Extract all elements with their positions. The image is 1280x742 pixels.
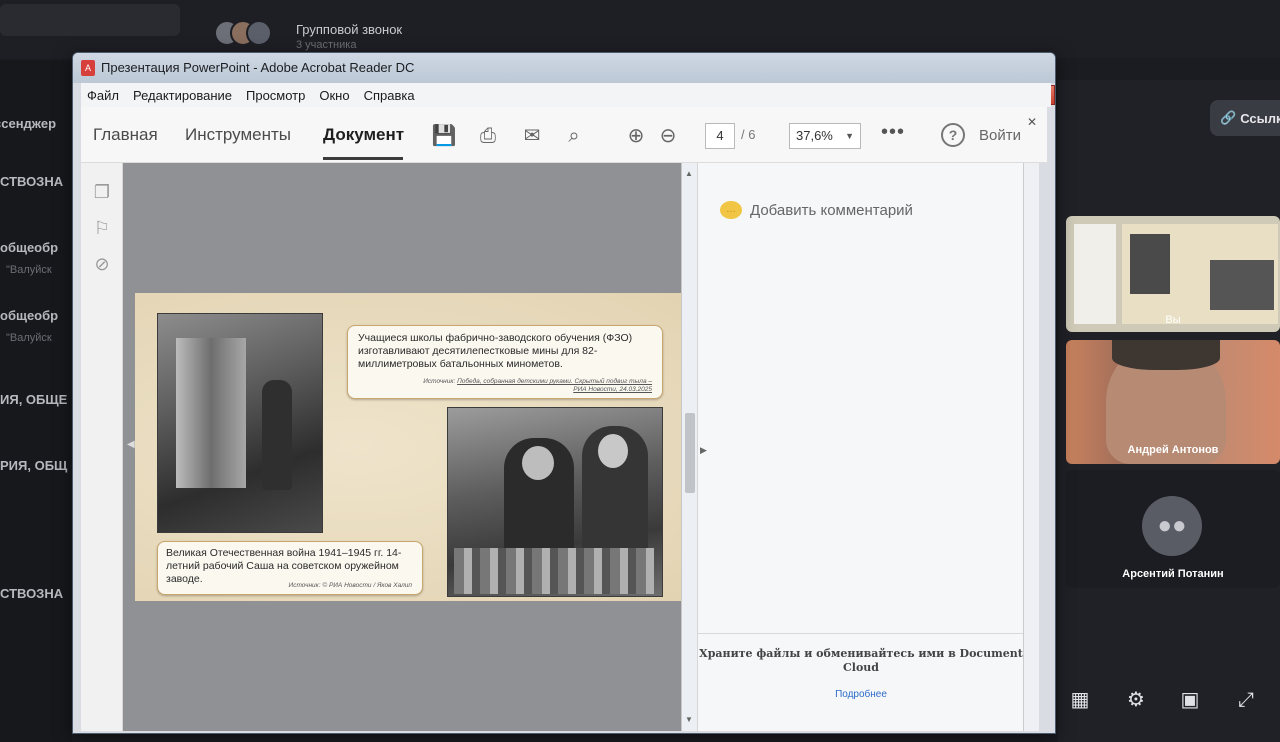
add-comment-label: Добавить комментарий (750, 201, 913, 219)
chat-item-sub: "Валуйск (6, 332, 52, 344)
help-icon[interactable]: ? (941, 123, 965, 147)
navigation-rail: ❐ ⚐ ⊘ (81, 163, 123, 731)
chevron-right-icon[interactable]: ▶ (700, 445, 707, 456)
zoom-value: 37,6% (796, 128, 833, 143)
scroll-up-icon[interactable]: ▲ (685, 169, 693, 178)
chat-list: ссенджер СТВОЗНА общеобр "Валуйск общеоб… (0, 60, 72, 742)
scroll-thumb[interactable] (685, 413, 695, 493)
page-total: / 6 (741, 127, 756, 142)
sign-in-button[interactable]: Войти (979, 127, 1021, 144)
document-scrollbar[interactable]: ▲ ▼ (681, 163, 697, 731)
acrobat-window: A Презентация PowerPoint - Adobe Acrobat… (72, 52, 1056, 734)
participant-name: Андрей Антонов (1127, 444, 1219, 456)
participant-name: Арсентий Потанин (1122, 568, 1224, 580)
gear-icon[interactable]: ⚙ (1122, 686, 1150, 714)
page-down-icon[interactable]: ⊖ (655, 123, 681, 149)
menu-file[interactable]: Файл (87, 88, 119, 103)
search-bar[interactable] (0, 4, 180, 36)
pane-scrollbar[interactable] (1023, 163, 1039, 731)
add-comment-button[interactable]: … Добавить комментарий (720, 201, 913, 219)
window-title: Презентация PowerPoint - Adobe Acrobat R… (101, 60, 415, 75)
page-up-icon[interactable]: ⊕ (623, 123, 649, 149)
chat-item[interactable]: ИЯ, ОБЩЕ (0, 392, 67, 407)
chat-item[interactable]: РИЯ, ОБЩ (0, 458, 67, 473)
menu-bar: Файл Редактирование Просмотр Окно Справк… (81, 83, 1051, 107)
link-icon: 🔗 (1220, 110, 1237, 125)
save-icon[interactable]: 💾 (431, 123, 457, 149)
chat-item[interactable]: СТВОЗНА (0, 586, 63, 601)
caption-text: Учащиеся школы фабрично-заводского обуче… (358, 332, 633, 370)
search-icon[interactable]: ⌕ (561, 123, 587, 149)
chat-item-sub: "Валуйск (6, 264, 52, 276)
chevron-left-icon[interactable]: ◀ (127, 439, 135, 450)
attachment-icon[interactable]: ⊘ (91, 253, 113, 275)
participant-tile[interactable]: ●● Арсентий Потанин (1066, 470, 1280, 588)
print-icon[interactable]: ⎙ (475, 123, 501, 149)
participant-tile-self[interactable]: Вы (1066, 216, 1280, 332)
menu-edit[interactable]: Редактирование (133, 88, 232, 103)
photo-factory-worker (157, 313, 323, 533)
call-title: Групповой звонок (296, 22, 403, 37)
menu-help[interactable]: Справка (364, 88, 415, 103)
zoom-select[interactable]: 37,6% ▼ (789, 123, 861, 149)
caption-box-1: Учащиеся школы фабрично-заводского обуче… (347, 325, 663, 399)
slide-page: Учащиеся школы фабрично-заводского обуче… (135, 293, 687, 601)
comment-icon: … (720, 201, 742, 219)
menu-view[interactable]: Просмотр (246, 88, 305, 103)
page-number-input[interactable]: 4 (705, 123, 735, 149)
scroll-down-icon[interactable]: ▼ (685, 715, 693, 724)
link-button[interactable]: 🔗Ссылка (1210, 100, 1280, 136)
more-tools-button[interactable]: ••• (881, 121, 905, 144)
call-subtitle: 3 участника (296, 39, 357, 51)
tab-tools[interactable]: Инструменты (185, 125, 291, 145)
chevron-down-icon: ▼ (845, 131, 854, 141)
tab-home[interactable]: Главная (93, 125, 158, 145)
document-cloud-promo: Храните файлы и обменивайтесь ими в Docu… (699, 647, 1023, 674)
user-avatar-icon: ●● (1142, 496, 1202, 556)
pages-icon[interactable]: ❐ (91, 181, 113, 203)
caption-box-2: Великая Отечественная война 1941–1945 гг… (157, 541, 423, 595)
caption-text: Великая Отечественная война 1941–1945 гг… (166, 547, 402, 585)
expand-icon[interactable]: ⤢ (1232, 686, 1260, 714)
call-avatars (214, 20, 294, 46)
tab-document[interactable]: Документ (323, 125, 404, 145)
chat-item[interactable]: ссенджер (0, 116, 56, 131)
learn-more-link[interactable]: Подробнее (698, 689, 1024, 700)
acrobat-icon: A (81, 60, 95, 76)
close-toolbar-icon[interactable]: ✕ (1027, 115, 1037, 129)
menu-window[interactable]: Окно (319, 88, 349, 103)
chat-item[interactable]: общеобр (0, 240, 58, 255)
chat-item[interactable]: общеобр (0, 308, 58, 323)
window-titlebar[interactable]: A Презентация PowerPoint - Adobe Acrobat… (73, 53, 1055, 83)
grid-icon[interactable]: ▦ (1066, 686, 1094, 714)
active-tab-indicator (323, 157, 403, 160)
caption-source: Источник: © РИА Новости / Яков Халип (288, 582, 412, 589)
bookmark-icon[interactable]: ⚐ (91, 217, 113, 239)
email-icon[interactable]: ✉ (519, 123, 545, 149)
photo-students-workshop (447, 407, 663, 597)
caption-source: Источник: Победа, собранная детскими рук… (423, 378, 652, 393)
screen-icon[interactable]: ▣ (1176, 686, 1204, 714)
messenger-header (0, 0, 1280, 58)
participant-name: Вы (1165, 314, 1181, 326)
link-button-label: Ссылка (1240, 110, 1280, 126)
comment-pane: ▶ … Добавить комментарий Храните файлы и… (697, 163, 1024, 731)
participant-tile[interactable]: Андрей Антонов (1066, 340, 1280, 464)
chat-item[interactable]: СТВОЗНА (0, 174, 63, 189)
toolbar: Главная Инструменты Документ 💾 ⎙ ✉ ⌕ ⊕ ⊖… (81, 107, 1047, 163)
